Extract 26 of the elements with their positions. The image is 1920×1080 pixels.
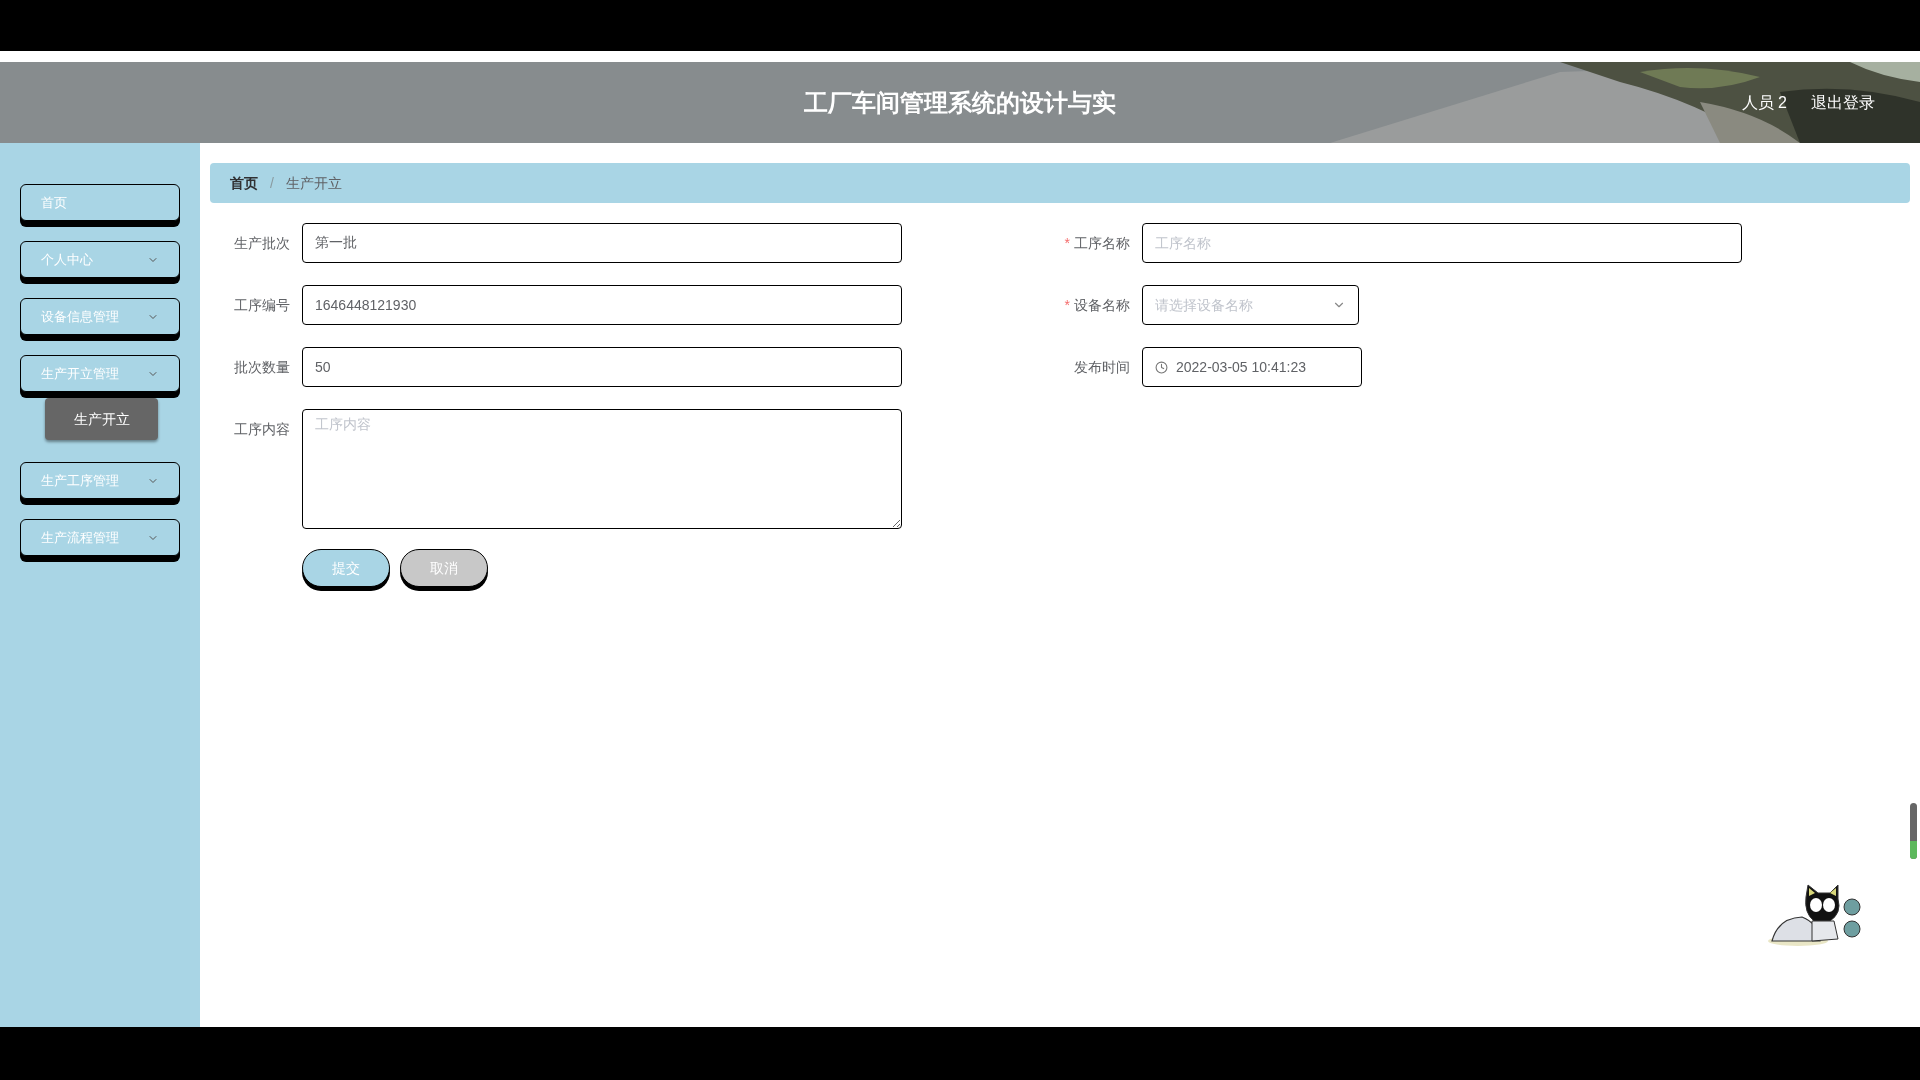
date-time-value: 2022-03-05 10:41:23 [1176,357,1306,377]
select-field[interactable]: 请选择设备名称 [1142,285,1359,325]
breadcrumb-link[interactable]: 生产开立 [285,172,342,194]
required-mark: * [1064,233,1070,253]
field-label: 工序名称 [1074,233,1130,253]
text-area[interactable]: 工序内容 [302,409,902,529]
select-placeholder: 请选择设备名称 [1155,295,1253,315]
system-title: 工厂车间管理系统的设计与实 [804,87,1116,118]
field-label: 工序内容 [234,419,290,439]
text-field[interactable]: 50 [302,347,902,387]
submenu-item[interactable]: 生产开立 [45,398,158,440]
clock-icon [1155,360,1168,374]
field-label: 工序编号 [234,295,290,315]
breadcrumb-link[interactable]: 首页 [230,172,258,194]
field-label: 生产批次 [234,233,290,253]
scroll-indicator [1910,803,1917,859]
field-label: 设备名称 [1074,295,1130,315]
text-field[interactable]: 1646448121930 [302,285,902,325]
date-time-field[interactable]: 2022-03-05 10:41:23 [1142,347,1362,387]
breadcrumb-separator: / [269,173,275,193]
required-mark: * [1064,295,1070,315]
text-field[interactable]: 工序名称 [1142,223,1742,263]
field-label: 批次数量 [234,357,290,377]
text-field[interactable]: 第一批 [302,223,902,263]
user-name: 人员 2 [1741,92,1787,113]
field-label: 发布时间 [1074,357,1130,377]
